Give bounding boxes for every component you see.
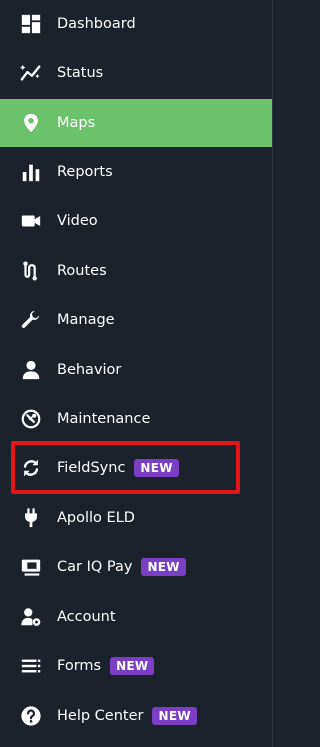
maintenance-icon xyxy=(19,407,43,431)
nav-item-label: Account xyxy=(57,609,116,625)
nav-item-label: Maps xyxy=(57,115,96,131)
nav-item-account[interactable]: Account xyxy=(0,593,272,641)
dashboard-icon xyxy=(19,12,43,36)
nav-item-maps[interactable]: Maps xyxy=(0,99,272,147)
routes-icon xyxy=(19,259,43,283)
nav-item-label: Dashboard xyxy=(57,16,136,32)
nav-item-label: Reports xyxy=(57,164,113,180)
map-pin-icon xyxy=(19,111,43,135)
nav-item-label: Status xyxy=(57,65,104,81)
new-badge: NEW xyxy=(152,707,197,725)
nav-item-label: Video xyxy=(57,213,98,229)
nav-item-reports[interactable]: Reports xyxy=(0,148,272,196)
pay-icon xyxy=(19,555,43,579)
nav-item-behavior[interactable]: Behavior xyxy=(0,346,272,394)
nav-item-car-iq-pay[interactable]: Car IQ Pay NEW xyxy=(0,543,272,591)
nav-item-manage[interactable]: Manage xyxy=(0,296,272,344)
nav-item-label: Manage xyxy=(57,312,115,328)
wrench-icon xyxy=(19,308,43,332)
nav-item-routes[interactable]: Routes xyxy=(0,247,272,295)
nav-item-dashboard[interactable]: Dashboard xyxy=(0,0,272,48)
nav-item-label: Forms NEW xyxy=(57,657,155,675)
nav-item-video[interactable]: Video xyxy=(0,197,272,245)
nav-item-label: Apollo ELD xyxy=(57,510,135,526)
status-icon xyxy=(19,61,43,85)
help-icon xyxy=(19,704,43,728)
new-badge: NEW xyxy=(134,459,179,477)
person-icon xyxy=(19,358,43,382)
nav-item-label: Routes xyxy=(57,263,107,279)
nav-item-label: Maintenance xyxy=(57,411,151,427)
nav-item-forms[interactable]: Forms NEW xyxy=(0,642,272,690)
nav-item-apollo-eld[interactable]: Apollo ELD xyxy=(0,494,272,542)
forms-list-icon xyxy=(19,654,43,678)
sync-icon xyxy=(19,456,43,480)
account-gear-icon xyxy=(19,605,43,629)
nav-item-help-center[interactable]: Help Center NEW xyxy=(0,692,272,740)
nav-item-label: Car IQ Pay NEW xyxy=(57,558,186,576)
bar-chart-icon xyxy=(19,160,43,184)
nav-item-label: FieldSync NEW xyxy=(57,459,179,477)
nav-item-fieldsync[interactable]: FieldSync NEW xyxy=(0,444,272,492)
sidebar-nav: Dashboard Status Maps Reports Video Rout… xyxy=(0,0,273,747)
nav-item-maintenance[interactable]: Maintenance xyxy=(0,395,272,443)
nav-item-label: Help Center NEW xyxy=(57,707,197,725)
nav-item-status[interactable]: Status xyxy=(0,49,272,97)
video-camera-icon xyxy=(19,209,43,233)
plug-icon xyxy=(19,506,43,530)
new-badge: NEW xyxy=(141,558,186,576)
new-badge: NEW xyxy=(110,657,155,675)
nav-item-label: Behavior xyxy=(57,362,122,378)
